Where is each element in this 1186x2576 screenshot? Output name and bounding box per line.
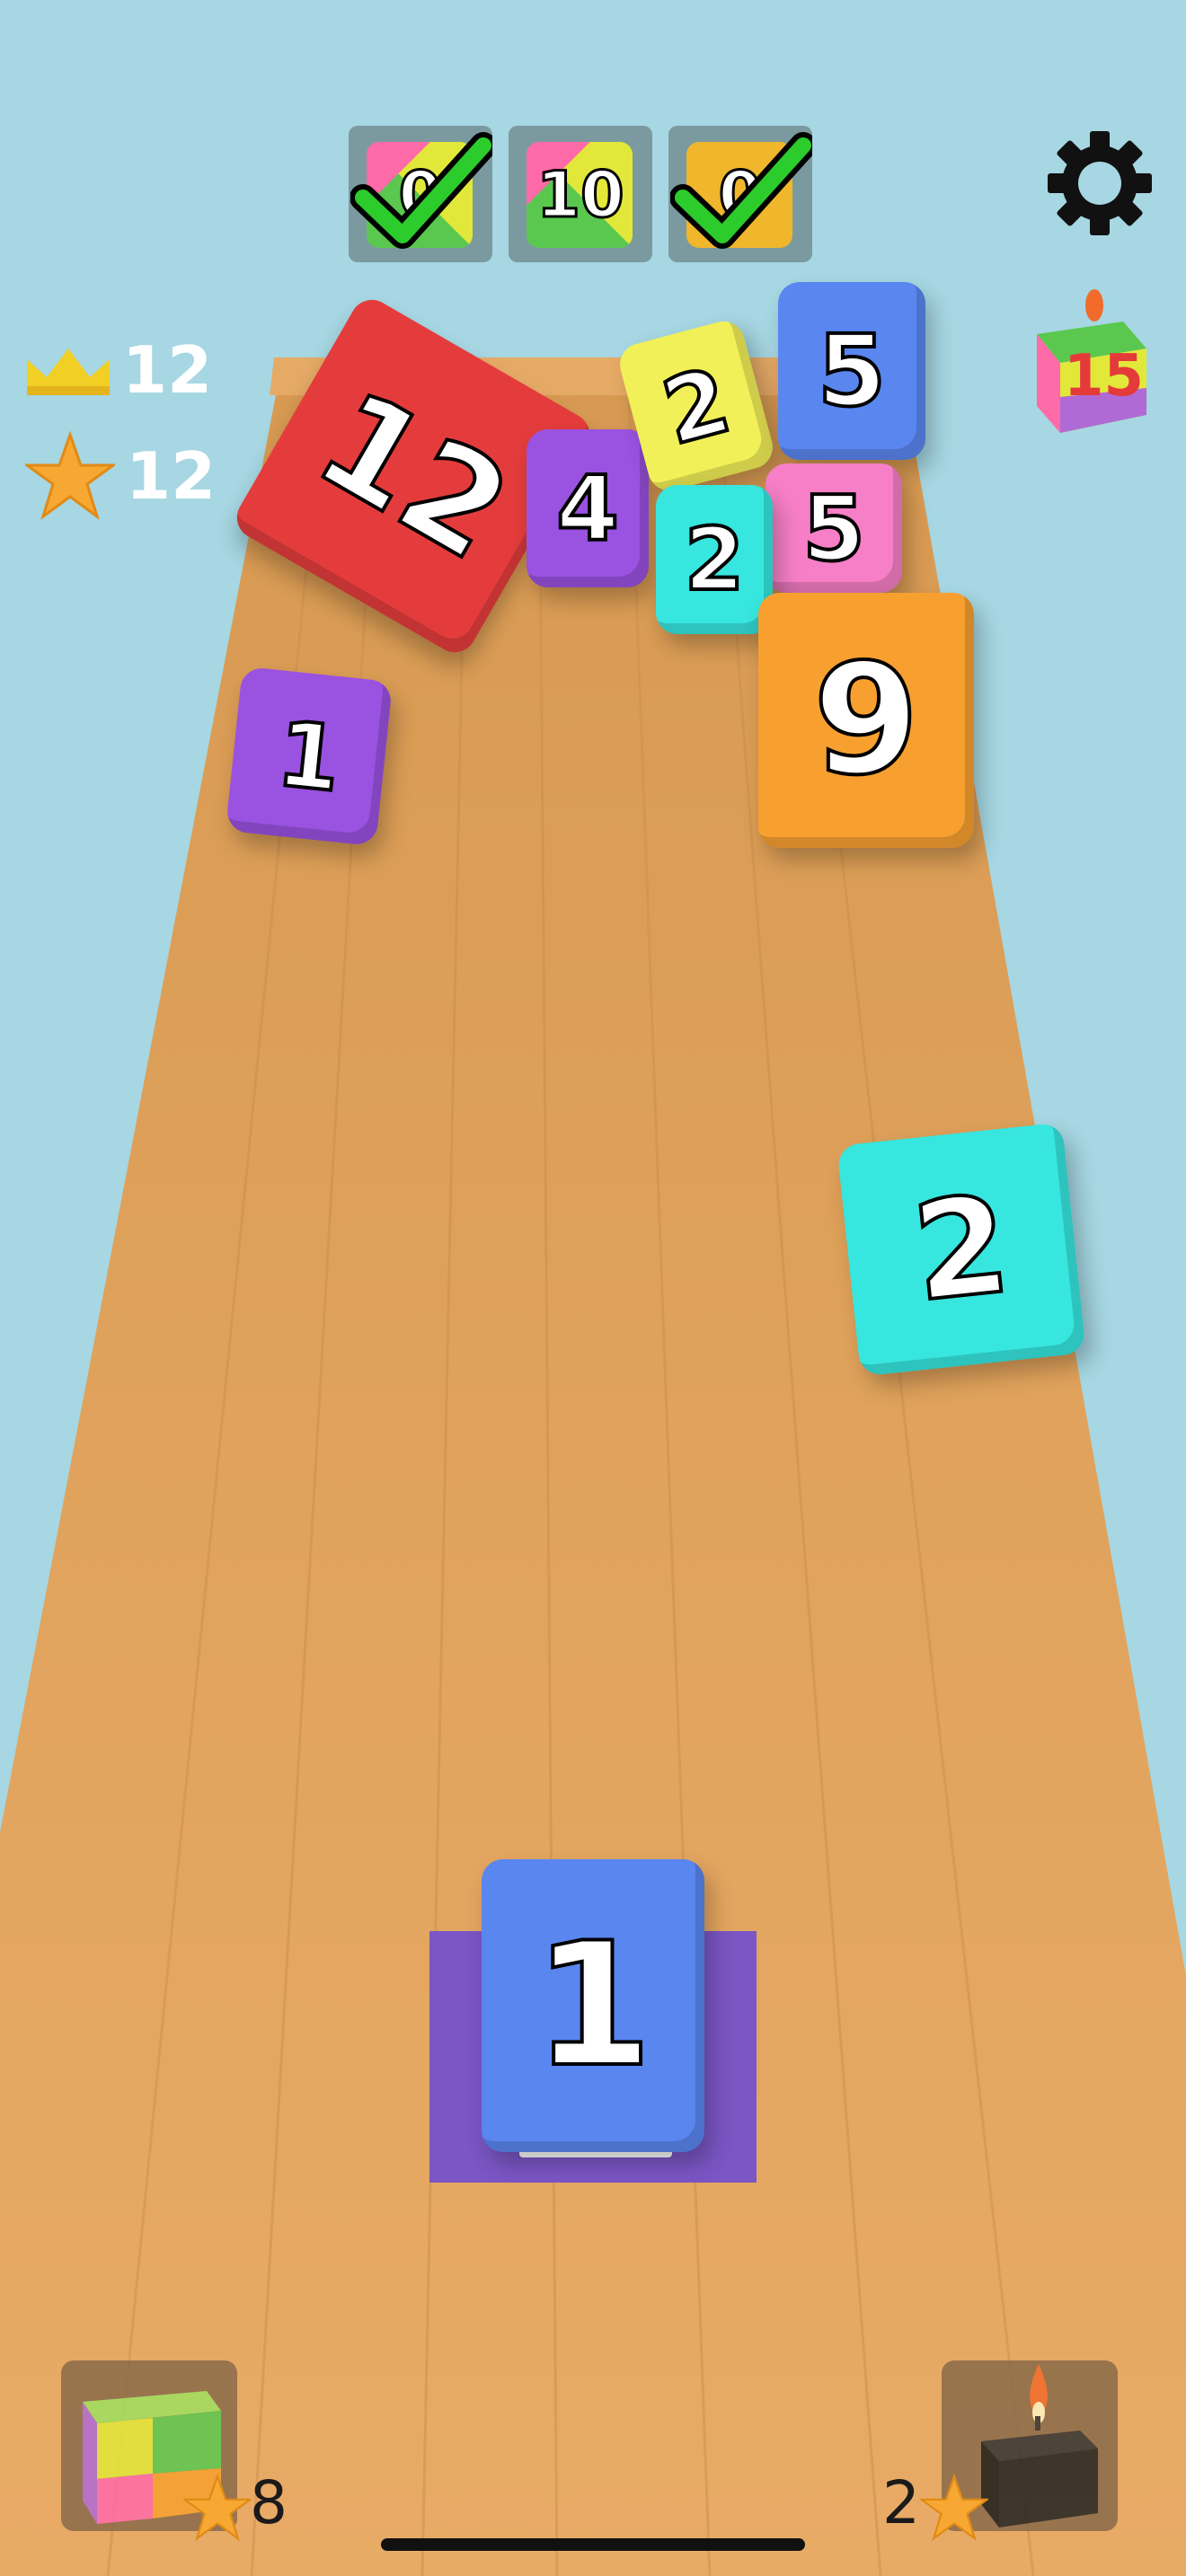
shooter-cube[interactable]: 1 (482, 1859, 704, 2152)
checkmark-icon (350, 132, 492, 249)
cube-1-purple: 1 (225, 666, 394, 847)
rainbow-cost-star-icon (183, 2474, 252, 2542)
goal-slot-2: 10 (509, 126, 652, 262)
cube-5-pink: 5 (766, 463, 902, 593)
cube-5-blue: 5 (778, 282, 925, 460)
crown-icon (27, 348, 110, 395)
star-stat: 12 (25, 431, 216, 521)
candle-goal: 15 (1033, 280, 1150, 433)
cube-2-cyan-far: 2 (656, 485, 773, 634)
goal-slot-3: 0 (668, 126, 812, 262)
cube-4: 4 (527, 429, 649, 587)
settings-gear-icon[interactable] (1044, 128, 1155, 239)
star-icon (25, 431, 115, 520)
cube-2-cyan: 2 (836, 1122, 1086, 1377)
home-indicator[interactable] (381, 2538, 805, 2551)
star-count: 12 (126, 438, 217, 514)
goal-slot-1: 0 (349, 126, 492, 262)
checkmark-icon (670, 132, 812, 249)
candle-goal-count: 15 (1064, 343, 1145, 410)
goal-label: 10 (535, 157, 625, 234)
bomb-cost-star-icon (920, 2474, 988, 2542)
shooter-value: 1 (532, 1906, 654, 2104)
crown-count: 12 (122, 332, 213, 408)
crown-stat: 12 (25, 332, 212, 408)
cube-9: 9 (758, 593, 974, 848)
rainbow-cost: 8 (250, 2468, 288, 2537)
game-screen[interactable]: 0 10 0 15 12 12 12 4 2 5 5 2 9 1 2 1 8 2 (0, 0, 1186, 2576)
bomb-cost: 2 (882, 2468, 920, 2537)
